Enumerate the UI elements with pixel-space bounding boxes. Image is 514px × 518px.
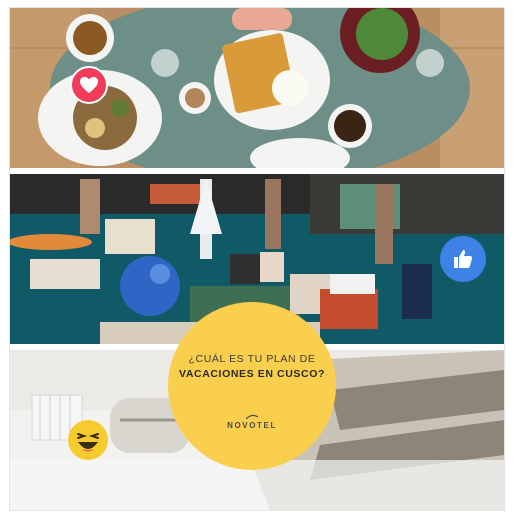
question-line-1: ¿CUÁL ES TU PLAN DE (188, 352, 316, 365)
brand-name: NOVOTEL (227, 420, 277, 430)
heart-icon (70, 66, 108, 104)
post-image: ¿CUÁL ES TU PLAN DE VACACIONES EN CUSCO?… (10, 8, 504, 510)
question-line-2: VACACIONES EN CUSCO? (179, 367, 325, 380)
thumbs-up-icon (440, 236, 486, 282)
laughing-emoji-icon (68, 420, 108, 460)
post-image-frame: ¿CUÁL ES TU PLAN DE VACACIONES EN CUSCO?… (0, 0, 514, 518)
promo-circle: ¿CUÁL ES TU PLAN DE VACACIONES EN CUSCO?… (168, 302, 336, 470)
brand-mark-icon (245, 414, 259, 419)
brand-logo: NOVOTEL (227, 414, 277, 430)
